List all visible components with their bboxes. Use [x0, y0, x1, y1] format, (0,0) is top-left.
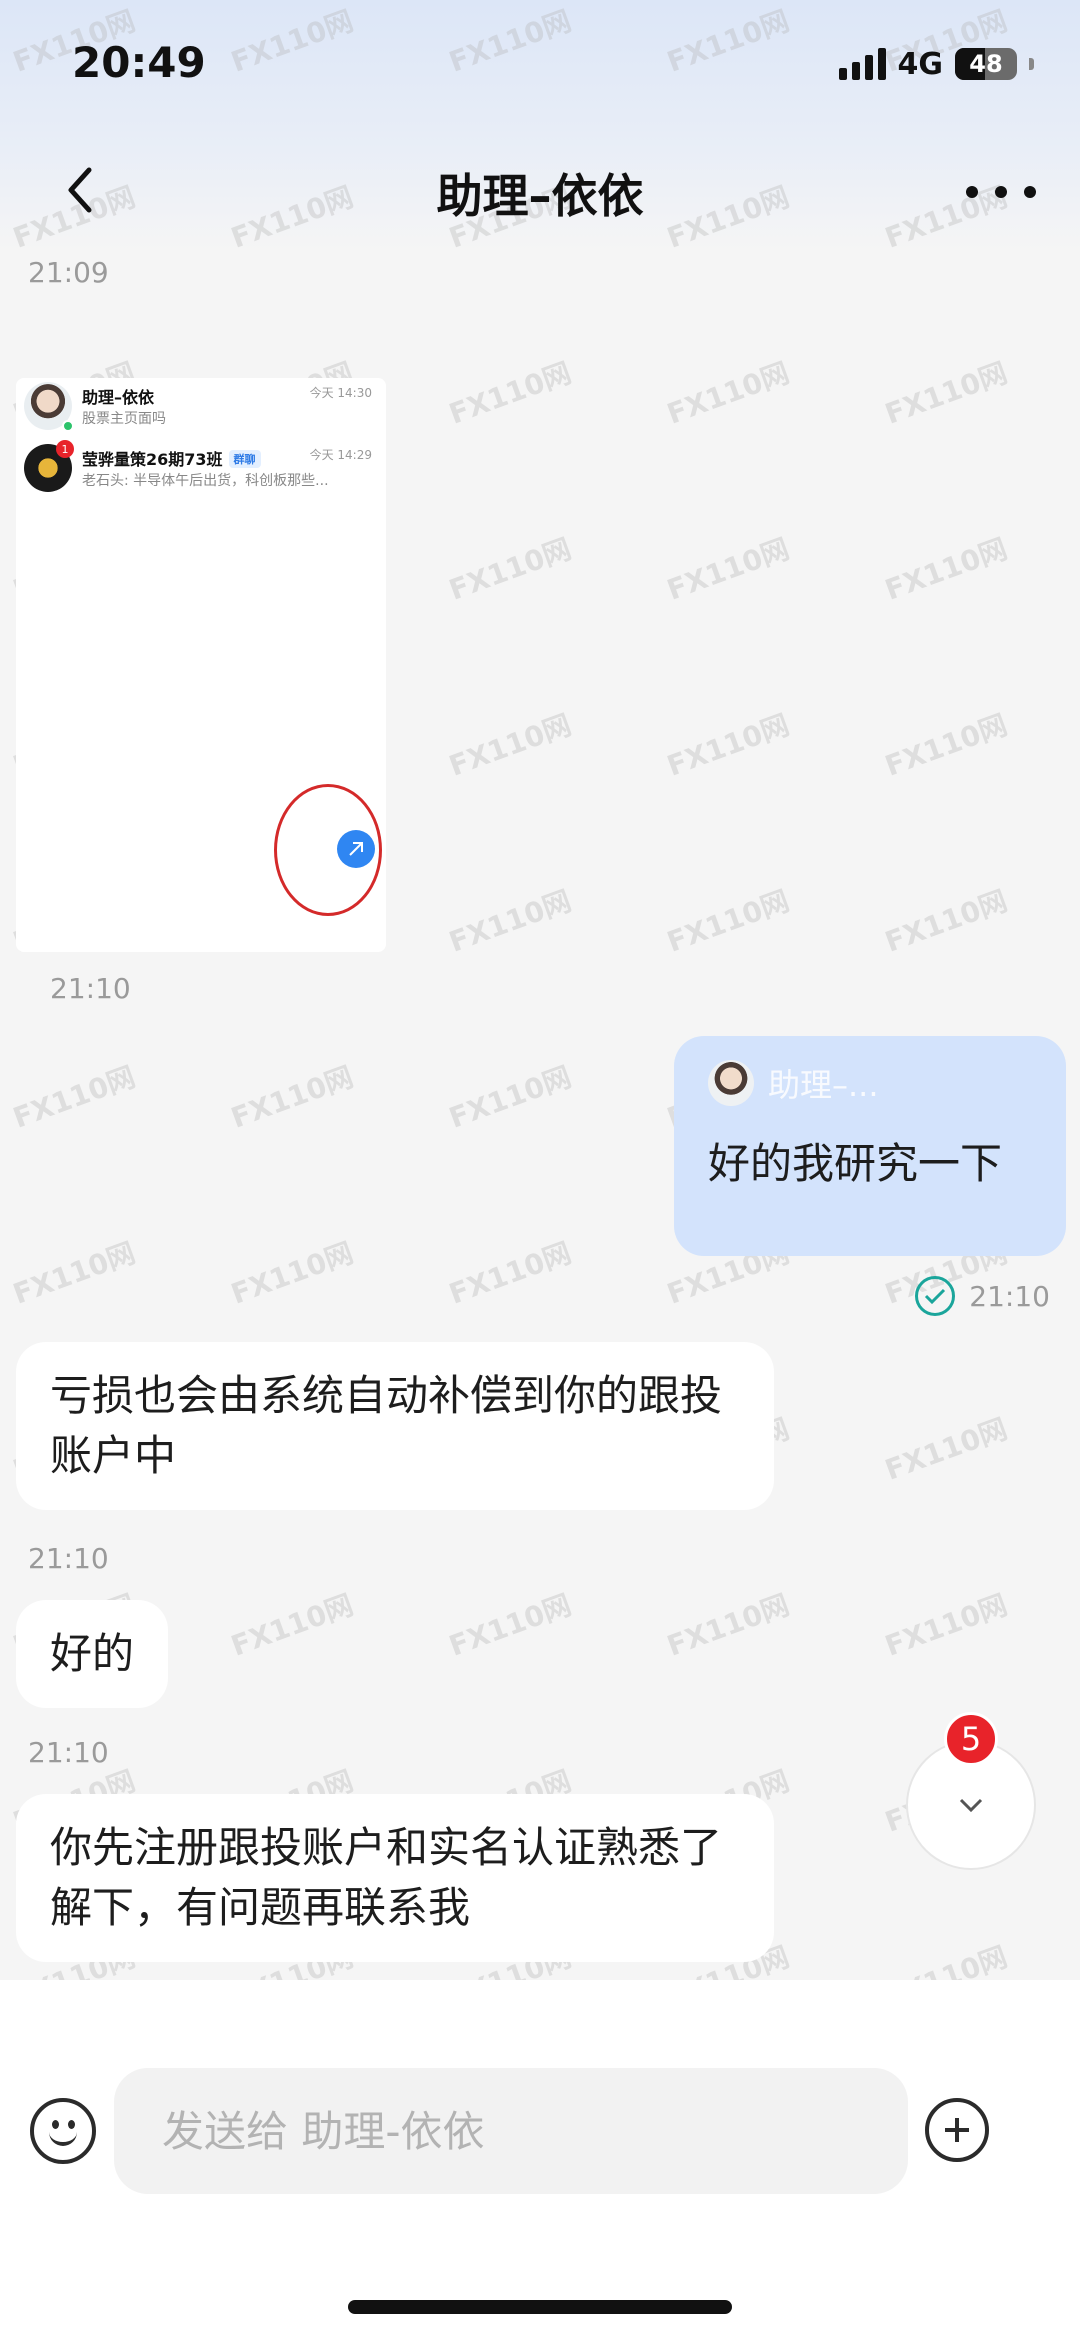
timestamp: 21:09 [28, 256, 109, 289]
watermark-text: FX110网 [8, 1236, 140, 1311]
chat-name: 助理–依依 [82, 388, 155, 407]
more-options-button[interactable] [966, 172, 1036, 212]
incoming-message[interactable]: 你先注册跟投账户和实名认证熟悉了解下，有问题再联系我 [16, 1794, 774, 1962]
watermark-text: FX110网 [662, 356, 794, 431]
watermark-text: FX110网 [880, 532, 1012, 607]
watermark-text: FX110网 [444, 1060, 576, 1135]
incoming-message[interactable]: 好的 [16, 1600, 169, 1708]
home-indicator [348, 2300, 732, 2314]
plus-icon [945, 2118, 969, 2142]
incoming-message[interactable]: 亏损也会由系统自动补偿到你的跟投账户中 [16, 1342, 774, 1510]
watermark-text: FX110网 [880, 1412, 1012, 1487]
image-message[interactable]: 助理–依依 股票主页面吗 今天 14:30 1 莹骅量策26期73班 群聊 老石头… [16, 378, 386, 952]
chevron-down-icon [959, 1798, 983, 1813]
avatar [708, 1060, 754, 1106]
watermark-text: FX110网 [880, 356, 1012, 431]
network-type: 4G [897, 46, 944, 82]
watermark-text: FX110网 [226, 1236, 358, 1311]
watermark-text: FX110网 [226, 1588, 358, 1663]
outgoing-message[interactable]: 助理–... 好的我研究一下 [674, 1036, 1066, 1256]
watermark-text: FX110网 [444, 884, 576, 959]
group-name-text: 莹骅量策26期73班 [82, 450, 223, 469]
floating-button-icon [337, 830, 375, 868]
message-time: 21:10 [969, 1279, 1050, 1313]
watermark-text: FX110网 [444, 532, 576, 607]
timestamp: 21:10 [28, 1736, 109, 1769]
watermark-text: FX110网 [662, 1588, 794, 1663]
watermark-text: FX110网 [226, 1060, 358, 1135]
group-tag: 群聊 [228, 450, 261, 468]
watermark-text: FX110网 [444, 708, 576, 783]
chat-preview: 股票主页面吗 [82, 411, 166, 427]
watermark-text: FX110网 [444, 1236, 576, 1311]
message-text: 好的我研究一下 [708, 1139, 1003, 1188]
watermark-text: FX110网 [444, 356, 576, 431]
watermark-text: FX110网 [662, 884, 794, 959]
unread-badge: 1 [56, 440, 74, 458]
watermark-text: FX110网 [662, 532, 794, 607]
status-time: 20:49 [72, 38, 206, 87]
watermark-text: FX110网 [880, 708, 1012, 783]
check-icon [915, 1276, 956, 1316]
group-time: 今天 14:29 [309, 448, 372, 462]
page-title: 助理–依依 [436, 169, 644, 223]
status-indicators: 4G 48 [838, 44, 1034, 84]
watermark-text: FX110网 [880, 1588, 1012, 1663]
emoji-button[interactable] [30, 2098, 96, 2164]
quote-name: 助理–... [768, 1066, 879, 1104]
watermark-text: FX110网 [880, 884, 1012, 959]
add-attachment-button[interactable] [925, 2098, 989, 2162]
chat-time: 今天 14:30 [309, 386, 372, 400]
dot-icon [1024, 186, 1036, 198]
signal-icon [838, 48, 886, 80]
group-preview: 老石头: 半导体午后出货，科创板那些... [82, 473, 329, 489]
battery-level: 48 [969, 50, 1003, 78]
timestamp: 21:10 [28, 1542, 109, 1575]
watermark-text: FX110网 [8, 1060, 140, 1135]
battery-icon: 48 [955, 48, 1017, 80]
dot-icon [995, 186, 1007, 198]
message-input[interactable] [114, 2068, 908, 2194]
group-name: 莹骅量策26期73班 群聊 [82, 446, 261, 470]
watermark-text: FX110网 [444, 1588, 576, 1663]
battery-tip [1029, 58, 1034, 70]
unread-count-badge: 5 [944, 1712, 998, 1766]
online-dot [62, 420, 74, 432]
dot-icon [966, 186, 978, 198]
timestamp: 21:10 [50, 972, 131, 1005]
watermark-text: FX110网 [662, 708, 794, 783]
read-receipt: 21:10 [915, 1276, 1050, 1316]
